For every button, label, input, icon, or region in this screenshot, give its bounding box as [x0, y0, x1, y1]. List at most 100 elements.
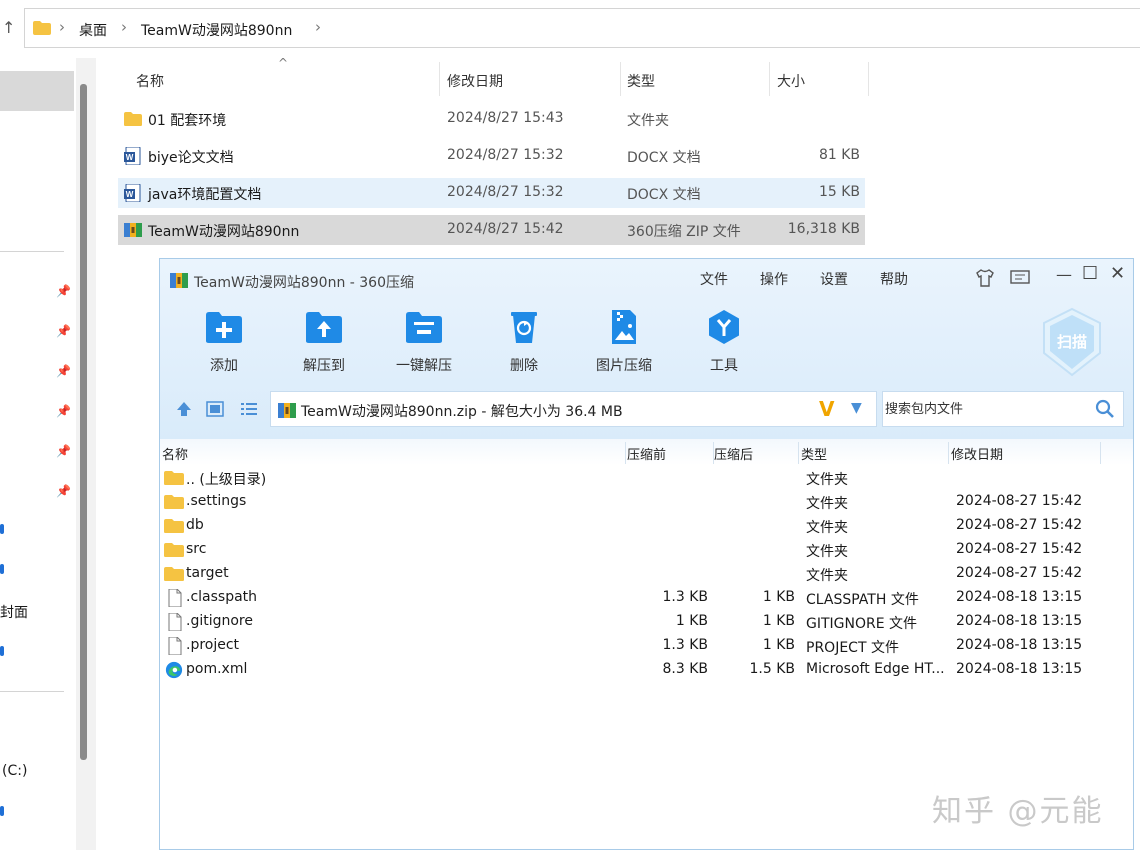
file-date: 2024/8/27 15:32 [447, 147, 564, 163]
up-arrow-icon[interactable]: ↑ [2, 18, 15, 37]
column-date[interactable]: 修改日期 [951, 444, 1003, 463]
scrollbar-thumb[interactable] [80, 84, 87, 760]
nav-divider [0, 691, 64, 692]
word-doc-icon: W [124, 184, 141, 202]
address-box[interactable]: › 桌面 › TeamW动漫网站890nn › [24, 8, 1140, 48]
nav-item-selected[interactable] [0, 71, 74, 111]
archive-row[interactable]: target 文件夹 2024-08-27 15:42 [160, 562, 1133, 586]
file-row[interactable]: 01 配套环境 2024/8/27 15:43 文件夹 [118, 104, 865, 134]
add-button[interactable]: 添加 [174, 309, 274, 379]
column-date[interactable]: 修改日期 [447, 71, 503, 91]
file-type: 360压缩 ZIP 文件 [627, 224, 741, 240]
feedback-icon[interactable] [1010, 270, 1030, 286]
folder-icon [33, 21, 51, 35]
entry-name: target [186, 565, 229, 581]
image-compress-button[interactable]: 图片压缩 [574, 309, 674, 379]
zip-archive-icon [170, 273, 188, 288]
column-type[interactable]: 类型 [627, 71, 655, 91]
breadcrumb-folder[interactable]: TeamW动漫网站890nn [141, 20, 292, 40]
window-title: TeamW动漫网站890nn - 360压缩 [194, 275, 414, 291]
column-separator[interactable] [948, 442, 949, 464]
scan-button[interactable]: 扫描 [1040, 307, 1104, 377]
file-row-selected[interactable]: TeamW动漫网站890nn 2024/8/27 15:42 360压缩 ZIP… [118, 215, 865, 245]
column-before[interactable]: 压缩前 [627, 444, 666, 463]
delete-button[interactable]: 删除 [474, 309, 574, 379]
extract-to-button[interactable]: 解压到 [274, 309, 374, 379]
archive-row[interactable]: .settings 文件夹 2024-08-27 15:42 [160, 490, 1133, 514]
pin-icon[interactable]: 📌 [56, 484, 71, 498]
search-input[interactable] [885, 399, 1085, 419]
search-icon[interactable] [1095, 399, 1115, 419]
menu-operation[interactable]: 操作 [760, 269, 788, 289]
file-icon [168, 613, 182, 631]
edge-icon [165, 661, 183, 679]
menu-file[interactable]: 文件 [700, 269, 728, 289]
entry-after: 1.5 KB [749, 661, 796, 677]
column-separator[interactable] [798, 442, 799, 464]
archive-row[interactable]: .project 1.3 KB 1 KB PROJECT 文件 2024-08-… [160, 634, 1133, 658]
add-icon [206, 312, 242, 343]
breadcrumb-desktop[interactable]: 桌面 [79, 20, 107, 40]
column-separator[interactable] [1100, 442, 1101, 464]
svg-text:W: W [126, 190, 134, 199]
tools-button[interactable]: 工具 [674, 309, 774, 379]
menu-help[interactable]: 帮助 [880, 269, 908, 289]
archive-row[interactable]: pom.xml 8.3 KB 1.5 KB Microsoft Edge HT.… [160, 658, 1133, 682]
column-separator[interactable] [868, 62, 869, 96]
chevron-down-icon[interactable]: ▼ [851, 400, 862, 416]
close-icon[interactable]: ✕ [1110, 263, 1125, 284]
file-date: 2024/8/27 15:43 [447, 110, 564, 126]
file-row[interactable]: W biye论文文档 2024/8/27 15:32 DOCX 文档 81 KB [118, 141, 865, 171]
zip-window: TeamW动漫网站890nn - 360压缩 文件 操作 设置 帮助 — ☐ ✕… [159, 258, 1134, 850]
minimize-icon[interactable]: — [1056, 265, 1072, 284]
zip-toolbar-area: TeamW动漫网站890nn - 360压缩 文件 操作 设置 帮助 — ☐ ✕… [160, 259, 1133, 439]
entry-date: 2024-08-18 13:15 [956, 661, 1083, 677]
archive-row[interactable]: db 文件夹 2024-08-27 15:42 [160, 514, 1133, 538]
entry-name: .classpath [186, 589, 258, 605]
chevron-right-icon: › [121, 18, 127, 36]
pin-icon[interactable]: 📌 [56, 404, 71, 418]
pin-icon[interactable]: 📌 [56, 364, 71, 378]
file-row[interactable]: W java环境配置文档 2024/8/27 15:32 DOCX 文档 15 … [118, 178, 865, 208]
column-name[interactable]: 名称 [162, 444, 188, 463]
explorer-address-bar: ↑ › 桌面 › TeamW动漫网站890nn › [0, 0, 1140, 58]
column-size[interactable]: 大小 [777, 71, 805, 91]
chevron-right-icon[interactable]: › [315, 18, 321, 36]
entry-date: 2024-08-27 15:42 [956, 493, 1083, 509]
column-after[interactable]: 压缩后 [714, 444, 753, 463]
nav-item-drive-c[interactable]: (C:) [2, 763, 27, 779]
column-name[interactable]: 名称 [136, 71, 164, 91]
entry-type: 文件夹 [806, 472, 848, 488]
search-box [882, 391, 1124, 427]
column-separator[interactable] [625, 442, 626, 464]
skin-shirt-icon[interactable] [975, 269, 995, 287]
list-view-icon[interactable] [240, 401, 258, 417]
maximize-icon[interactable]: ☐ [1082, 263, 1098, 284]
pin-icon[interactable]: 📌 [56, 284, 71, 298]
pin-icon[interactable]: 📌 [56, 444, 71, 458]
archive-path-text: TeamW动漫网站890nn.zip - 解包大小为 36.4 MB [301, 404, 623, 420]
menu-settings[interactable]: 设置 [820, 269, 848, 289]
pin-icon[interactable]: 📌 [56, 324, 71, 338]
arrow-up-icon[interactable] [176, 401, 192, 417]
column-separator[interactable] [620, 62, 621, 96]
thumbnail-view-icon[interactable] [206, 401, 224, 417]
column-separator[interactable] [439, 62, 440, 96]
entry-after: 1 KB [762, 589, 795, 605]
nav-item-label[interactable]: 封面 [0, 602, 28, 622]
folder-icon [164, 471, 184, 485]
svg-text:W: W [126, 153, 134, 162]
archive-list-header: 名称 压缩前 压缩后 类型 修改日期 [160, 439, 1133, 465]
column-separator[interactable] [713, 442, 714, 464]
entry-name: pom.xml [186, 661, 248, 677]
archive-row[interactable]: .. (上级目录) 文件夹 [160, 466, 1133, 490]
archive-row[interactable]: .gitignore 1 KB 1 KB GITIGNORE 文件 2024-0… [160, 610, 1133, 634]
column-separator[interactable] [769, 62, 770, 96]
archive-row[interactable]: .classpath 1.3 KB 1 KB CLASSPATH 文件 2024… [160, 586, 1133, 610]
v-logo-icon[interactable]: V [819, 397, 834, 421]
column-type[interactable]: 类型 [801, 444, 827, 463]
archive-path-box[interactable]: TeamW动漫网站890nn.zip - 解包大小为 36.4 MB V ▼ [270, 391, 877, 427]
archive-row[interactable]: src 文件夹 2024-08-27 15:42 [160, 538, 1133, 562]
nav-item-icon [0, 524, 4, 534]
one-click-extract-button[interactable]: 一键解压 [374, 309, 474, 379]
